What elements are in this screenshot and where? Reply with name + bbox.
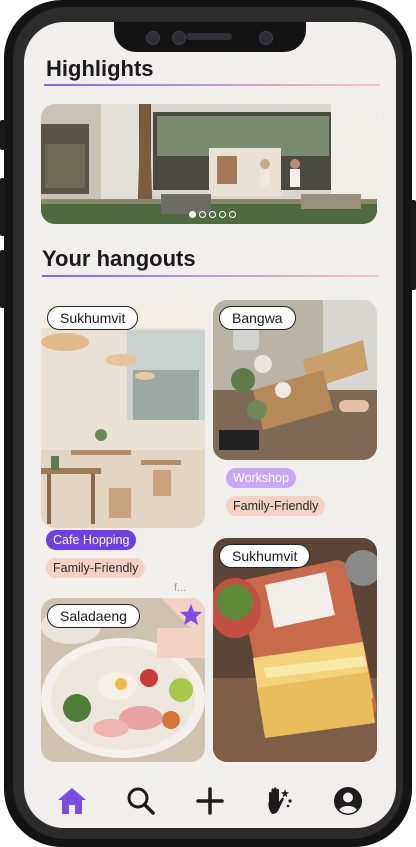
volume-down-button [0,250,5,308]
profile-icon [333,787,362,815]
power-button [411,200,416,290]
tag-chip[interactable]: Workshop [226,468,297,488]
home-icon [58,788,87,814]
carousel-dot[interactable] [229,211,236,218]
carousel-dot[interactable] [209,211,216,218]
carousel-dot-active[interactable] [189,211,196,218]
plus-icon [196,787,224,815]
hangout-card-sukhumvit-cafe[interactable]: Sukhumvit [41,300,205,528]
highlights-title: Highlights [46,56,154,81]
earpiece-speaker [186,33,232,40]
carousel-dot[interactable] [219,211,226,218]
location-badge: Saladaeng [47,604,140,628]
hangout-card-bangwa-workshop[interactable]: Bangwa [213,300,377,460]
sensor-icon [146,31,160,45]
bottom-tab-bar [24,774,396,828]
cafe-interior-photo [41,300,205,528]
location-badge: Bangwa [219,306,296,330]
raised-hand-icon [268,787,292,814]
front-camera-icon [259,31,273,45]
tag-chip[interactable]: Family-Friendly [226,496,326,516]
app-screen: Highlights Your hangouts Sukhumvit Cafe … [24,22,396,828]
cafe-storefront-photo [41,104,377,224]
camera-notch [114,22,306,52]
tab-profile[interactable] [331,784,365,818]
tag-chip[interactable]: Family-Friendly [46,558,146,578]
location-badge: Sukhumvit [219,544,311,568]
search-icon [127,787,155,815]
carousel-dot[interactable] [199,211,206,218]
volume-up-button [0,178,5,236]
tab-add[interactable] [193,784,227,818]
tab-search[interactable] [124,784,158,818]
favorite-star-icon[interactable] [161,598,205,642]
hangout-card-sukhumvit-cafe-2[interactable]: Sukhumvit [213,538,377,762]
tab-hangouts[interactable] [262,784,296,818]
mute-switch [0,120,5,150]
location-badge: Sukhumvit [47,306,139,330]
highlights-carousel[interactable] [41,104,377,224]
truncated-tag-text: f... [174,582,187,594]
tag-chip[interactable]: Cafe Hopping [46,530,137,550]
carousel-indicator[interactable] [189,211,236,218]
hangouts-divider [42,275,378,277]
sensor-icon [172,31,186,45]
tab-home[interactable] [55,784,89,818]
toast-sandwich-photo [213,538,377,762]
hangouts-title: Your hangouts [42,246,196,271]
highlights-divider [44,84,380,86]
hangout-card-saladaeng[interactable]: Saladaeng [41,598,205,762]
